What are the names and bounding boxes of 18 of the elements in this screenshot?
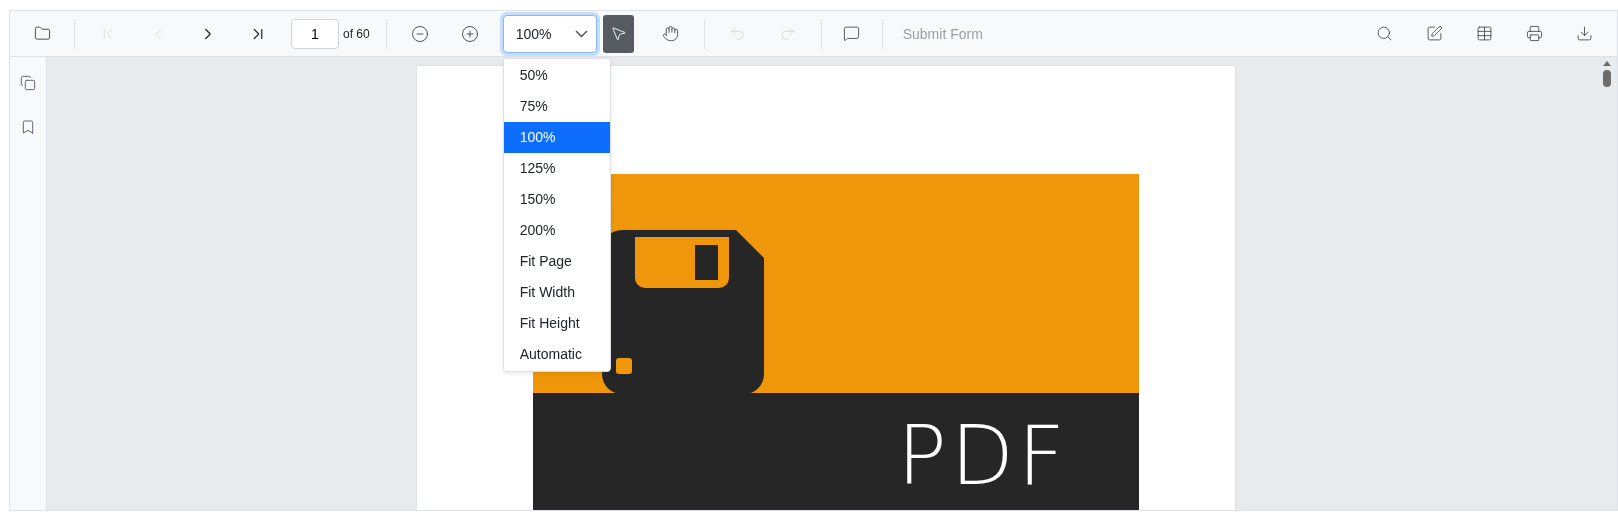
scroll-up-arrow-icon[interactable] <box>1603 61 1611 66</box>
zoom-option[interactable]: 100% <box>503 121 610 153</box>
page-number-field[interactable]: 1 <box>291 18 339 49</box>
page-count: of 60 <box>343 26 370 41</box>
cover-title: PDF <box>897 415 1069 497</box>
zoom-option[interactable]: Fit Page <box>503 245 610 277</box>
pointer-icon[interactable] <box>602 14 634 53</box>
zoom-select[interactable]: 100% <box>502 14 597 53</box>
zoom-option[interactable]: Fit Height <box>503 307 610 339</box>
zoom-option[interactable]: 50% <box>503 59 610 91</box>
chevron-down-icon <box>574 29 588 38</box>
zoom-option[interactable]: 75% <box>503 90 610 122</box>
zoom-option[interactable]: Fit Width <box>503 276 610 308</box>
scrollbar-thumb[interactable] <box>1603 70 1611 87</box>
zoom-option[interactable]: Automatic <box>503 338 610 370</box>
zoom-option[interactable]: 150% <box>503 183 610 215</box>
zoom-option[interactable]: 200% <box>503 214 610 246</box>
zoom-option[interactable]: 125% <box>503 152 610 184</box>
